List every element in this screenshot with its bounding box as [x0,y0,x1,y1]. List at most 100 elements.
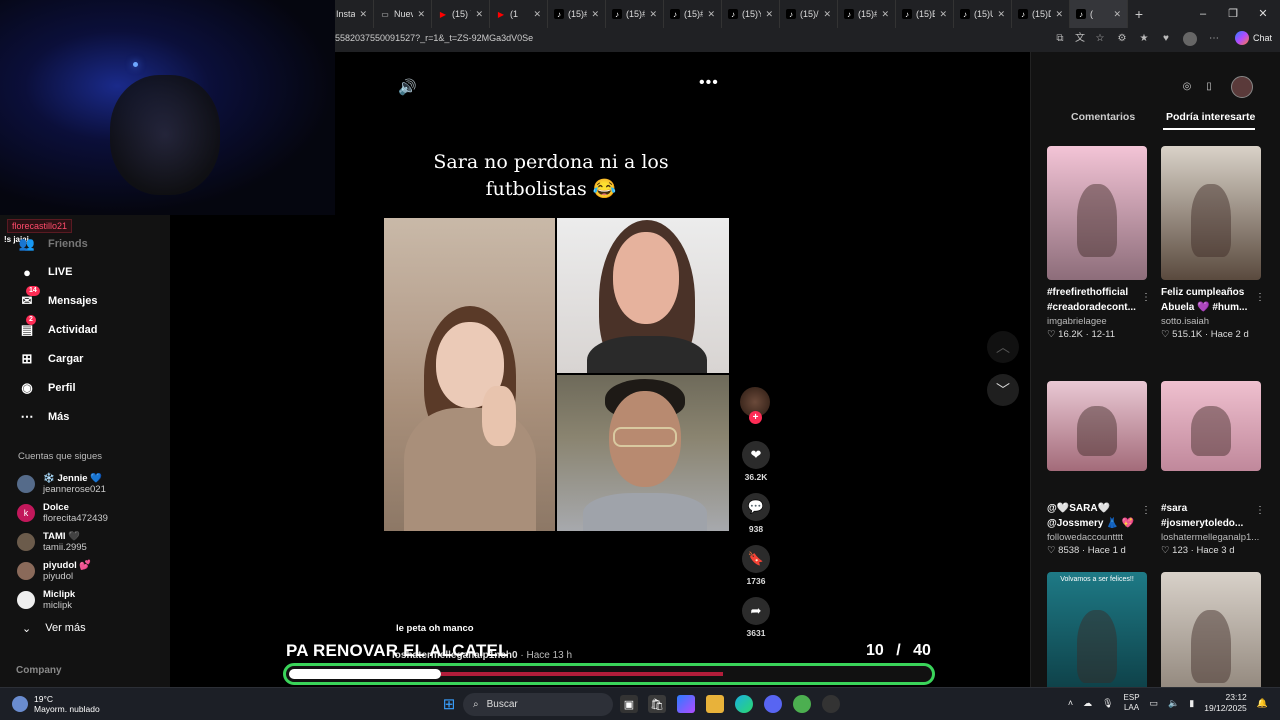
windows-start-icon[interactable]: ⊞ [440,695,458,713]
card-author[interactable]: followedaccountttt [1047,532,1147,543]
video-thumbnail[interactable] [1161,381,1261,471]
close-icon[interactable]: ✕ [359,9,367,20]
company-link[interactable]: Company [16,665,62,676]
obs-icon[interactable] [822,695,840,713]
card-author[interactable]: sotto.isaiah [1161,316,1261,327]
card-title[interactable]: #sara #josmerytoledo... [1161,501,1261,531]
minimize-icon[interactable]: – [1188,0,1218,28]
follow-plus-icon[interactable]: + [749,411,762,424]
microphone-icon[interactable]: 🎙 [1102,698,1113,709]
url-text[interactable]: 5582037550091527?_r=1&_t=ZS-92MGa3dV0Se [335,33,533,43]
xbox-icon[interactable] [793,695,811,713]
close-icon[interactable]: ✕ [475,9,483,20]
sidebar-item-mensajes[interactable]: ✉ 14 Mensajes [18,286,98,310]
browser-tab[interactable]: ♪ (15)# ✕ [548,0,606,28]
video-thumbnail[interactable]: Volvamos a ser felices!! [1047,572,1147,706]
device-icon[interactable]: ▯ [1199,76,1219,96]
sidebar-item-live[interactable]: ● LIVE [18,263,72,281]
following-account[interactable]: TAMI 🖤 tamii.2995 [17,531,87,553]
clock[interactable]: 23:12 19/12/2025 [1204,692,1247,714]
sidebar-item-perfil[interactable]: ◉ Perfil [18,379,75,397]
card-author[interactable]: imgabrielagee [1047,316,1147,327]
address-bar[interactable]: 5582037550091527?_r=1&_t=ZS-92MGa3dV0Se … [335,28,1280,52]
taskbar-search[interactable]: ⌕ Buscar [463,693,613,716]
tab-comments[interactable]: Comentarios [1071,111,1135,123]
following-account[interactable]: piyudol 💕 piyudol [17,560,91,582]
profile-avatar-icon[interactable] [1183,32,1197,46]
close-icon[interactable]: ✕ [533,9,541,20]
close-window-icon[interactable]: ✕ [1248,0,1278,28]
close-icon[interactable]: ✕ [1055,9,1063,20]
video-thumbnail[interactable] [1161,572,1261,706]
video-thumbnail[interactable] [1161,146,1261,280]
browser-essentials-icon[interactable]: ♥ [1159,32,1173,46]
file-explorer-icon[interactable] [706,695,724,713]
close-icon[interactable]: ✕ [823,9,831,20]
comment-button[interactable]: 💬 938 [738,493,774,534]
card-title[interactable]: @🤍SARA🤍 @Jossmery 👗 💖 [1047,501,1147,531]
related-video-card[interactable]: #sara #josmerytoledo... ⋮ loshatermellegan… [1161,381,1265,556]
browser-tab[interactable]: ♪ (✕ [1070,0,1128,28]
more-options-icon[interactable]: ⋮ [1255,292,1265,303]
following-account[interactable]: k Dolce florecita472439 [17,502,108,524]
more-options-icon[interactable]: ••• [699,74,719,92]
save-button[interactable]: 🔖 1736 [738,545,774,586]
browser-tab[interactable]: ♪ (15)D ✕ [1012,0,1070,28]
close-icon[interactable]: ✕ [707,9,715,20]
chevron-up-icon[interactable]: ˄ [1068,698,1073,708]
store-icon[interactable]: 🛍 [648,695,666,713]
previous-video-button[interactable]: ︿ [987,331,1019,363]
open-in-window-icon[interactable]: ⧉ [1053,32,1067,46]
browser-tab[interactable]: ♪ (15)Y ✕ [722,0,780,28]
browser-tab[interactable]: ▶ (15) Y ✕ [432,0,490,28]
close-icon[interactable]: ✕ [417,9,425,20]
more-options-icon[interactable]: ⋮ [1141,292,1151,303]
close-icon[interactable]: ✕ [1113,9,1121,20]
onedrive-icon[interactable]: ☁ [1083,698,1092,709]
following-account[interactable]: Miclipk miclipk [17,589,75,611]
discord-icon[interactable] [764,695,782,713]
edge-browser-icon[interactable] [735,695,753,713]
more-options-icon[interactable]: ⋮ [1255,505,1265,516]
volume-tray-icon[interactable]: 🔈 [1168,698,1179,709]
favorite-star-icon[interactable]: ☆ [1093,32,1107,46]
see-more-button[interactable]: ⌄ Ver más [22,622,86,635]
extensions-icon[interactable]: ⚙ [1115,32,1129,46]
sidebar-item-friends[interactable]: 👥 Friends [18,235,88,253]
tab-related[interactable]: Podría interesarte [1166,111,1255,123]
sidebar-item-cargar[interactable]: ⊞ Cargar [18,350,84,368]
share-button[interactable]: ➦ 3631 [738,597,774,638]
network-icon[interactable]: ▭ [1150,698,1159,709]
card-author[interactable]: loshatermelleganalp1... [1161,532,1261,543]
close-icon[interactable]: ✕ [997,9,1005,20]
browser-tab[interactable]: ♪ (15)# ✕ [664,0,722,28]
browser-tab[interactable]: ♪ (15)/ ✕ [780,0,838,28]
favorites-bar-icon[interactable]: ★ [1137,32,1151,46]
user-avatar[interactable] [1231,76,1253,98]
battery-icon[interactable]: ▮ [1189,698,1194,709]
related-video-card[interactable]: Volvamos a ser felices!! [1047,572,1147,706]
browser-tab[interactable]: ♪ (15)# ✕ [838,0,896,28]
video-frame[interactable] [384,218,729,531]
more-options-icon[interactable]: ⋮ [1141,505,1151,516]
translate-icon[interactable]: 文 [1073,32,1087,46]
notifications-icon[interactable]: 🔔 [1257,698,1268,709]
video-thumbnail[interactable] [1047,146,1147,280]
volume-icon[interactable]: 🔊 [398,78,417,96]
sidebar-item-actividad[interactable]: ▤ 2 Actividad [18,315,98,339]
like-button[interactable]: ❤ 36.2K [738,441,774,482]
settings-menu-icon[interactable]: ⋯ [1207,32,1221,46]
language-indicator[interactable]: ESP LAA [1124,693,1140,713]
card-title[interactable]: #freefirethofficial #creadoradecont... [1047,285,1147,315]
close-icon[interactable]: ✕ [591,9,599,20]
close-icon[interactable]: ✕ [765,9,773,20]
next-video-button[interactable]: ﹀ [987,374,1019,406]
browser-tab[interactable]: ▭ Nueva ✕ [374,0,432,28]
video-thumbnail[interactable] [1047,381,1147,471]
related-video-card[interactable] [1161,572,1261,706]
following-account[interactable]: ❄️ Jennie 💙 jeannerose021 [17,473,106,495]
copilot-app-icon[interactable] [677,695,695,713]
close-icon[interactable]: ✕ [881,9,889,20]
related-video-card[interactable]: @🤍SARA🤍 @Jossmery 👗 💖 ⋮ followedaccountttt… [1047,381,1151,556]
browser-tab[interactable]: ♪ (15)# ✕ [606,0,664,28]
